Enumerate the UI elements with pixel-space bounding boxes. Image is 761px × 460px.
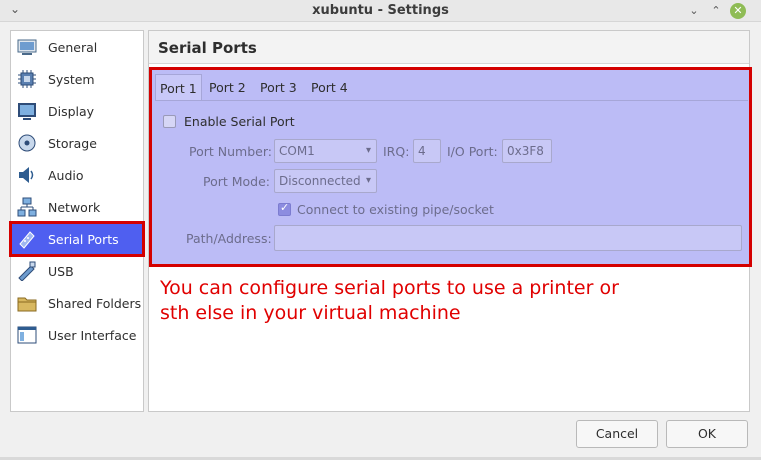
- tab-port-3[interactable]: Port 3: [256, 74, 301, 101]
- sidebar-item-label: Serial Ports: [48, 232, 119, 247]
- user-interface-icon: [17, 326, 37, 344]
- general-icon: [17, 39, 37, 55]
- page-title: Serial Ports: [158, 39, 257, 57]
- storage-icon: [18, 134, 36, 152]
- path-address-label: Path/Address:: [186, 231, 272, 246]
- close-icon[interactable]: ✕: [730, 3, 746, 19]
- sidebar-item-storage[interactable]: Storage: [11, 127, 143, 159]
- sidebar-item-label: System: [48, 72, 95, 87]
- irq-input[interactable]: 4: [413, 139, 441, 163]
- sidebar-item-user-interface[interactable]: User Interface: [11, 319, 143, 351]
- page-header: Serial Ports: [149, 31, 749, 64]
- sidebar-item-label: USB: [48, 264, 74, 279]
- sidebar-item-network[interactable]: Network: [11, 191, 143, 223]
- path-address-input[interactable]: [274, 225, 742, 251]
- sidebar-item-label: Storage: [48, 136, 97, 151]
- sidebar-item-display[interactable]: Display: [11, 95, 143, 127]
- connect-existing-checkbox[interactable]: [278, 201, 291, 216]
- port-mode-value: Disconnected: [279, 174, 361, 188]
- sidebar-item-label: Shared Folders: [48, 296, 142, 311]
- ok-button[interactable]: OK: [666, 420, 748, 448]
- tab-port-4[interactable]: Port 4: [307, 74, 352, 101]
- port-settings-pane: Enable Serial Port Port Number: COM1 ▾ I…: [155, 100, 748, 263]
- maximize-icon[interactable]: ⌃: [708, 3, 724, 19]
- cancel-button[interactable]: Cancel: [576, 420, 658, 448]
- tab-port-2[interactable]: Port 2: [205, 74, 250, 101]
- enable-serial-port-label: Enable Serial Port: [184, 114, 295, 129]
- port-mode-label: Port Mode:: [203, 174, 271, 189]
- network-icon: [17, 197, 37, 217]
- serial-ports-highlight: Port 1 Port 2 Port 3 Port 4 Enable Seria…: [149, 67, 752, 267]
- settings-sidebar: General System Display Storage Audio Net…: [9, 30, 145, 412]
- io-port-input[interactable]: 0x3F8: [502, 139, 552, 163]
- title-bar: ⌄ xubuntu - Settings ⌄ ⌃ ✕: [0, 0, 761, 22]
- sidebar-item-audio[interactable]: Audio: [11, 159, 143, 191]
- annotation-line-2: sth else in your virtual machine: [160, 302, 461, 324]
- sidebar-item-label: User Interface: [48, 328, 137, 343]
- port-number-select[interactable]: COM1 ▾: [274, 139, 377, 163]
- enable-serial-port-checkbox[interactable]: [163, 115, 176, 128]
- sidebar-item-label: Audio: [48, 168, 84, 183]
- sidebar-item-usb[interactable]: USB: [11, 255, 143, 287]
- usb-icon: [18, 261, 36, 281]
- window-title: xubuntu - Settings: [312, 3, 449, 18]
- chevron-down-icon: ▾: [365, 145, 371, 156]
- minimize-icon[interactable]: ⌄: [686, 3, 702, 19]
- sidebar-item-general[interactable]: General: [11, 31, 143, 63]
- chevron-down-icon: ▾: [365, 175, 371, 186]
- port-tabs: Port 1 Port 2 Port 3 Port 4: [155, 74, 750, 101]
- port-mode-select[interactable]: Disconnected ▾: [274, 169, 377, 193]
- io-port-label: I/O Port:: [447, 144, 498, 159]
- sidebar-item-system[interactable]: System: [11, 63, 143, 95]
- tab-port-1[interactable]: Port 1: [155, 74, 202, 101]
- port-number-value: COM1: [279, 144, 315, 158]
- display-icon: [18, 103, 36, 120]
- shared-folders-icon: [17, 297, 37, 312]
- sidebar-item-label: General: [48, 40, 98, 55]
- irq-label: IRQ:: [383, 144, 410, 159]
- port-number-label: Port Number:: [189, 144, 272, 159]
- sidebar-item-shared-folders[interactable]: Shared Folders: [11, 287, 143, 319]
- system-icon: [18, 70, 36, 88]
- sidebar-item-serial-ports[interactable]: Serial Ports: [9, 221, 145, 257]
- annotation-line-1: You can configure serial ports to use a …: [160, 277, 619, 299]
- sidebar-item-label: Display: [48, 104, 95, 119]
- connect-existing-label: Connect to existing pipe/socket: [297, 202, 494, 217]
- sidebar-item-label: Network: [48, 200, 101, 215]
- audio-icon: [19, 167, 34, 183]
- serial-ports-icon: [19, 231, 35, 249]
- annotation-text: You can configure serial ports to use a …: [160, 276, 720, 326]
